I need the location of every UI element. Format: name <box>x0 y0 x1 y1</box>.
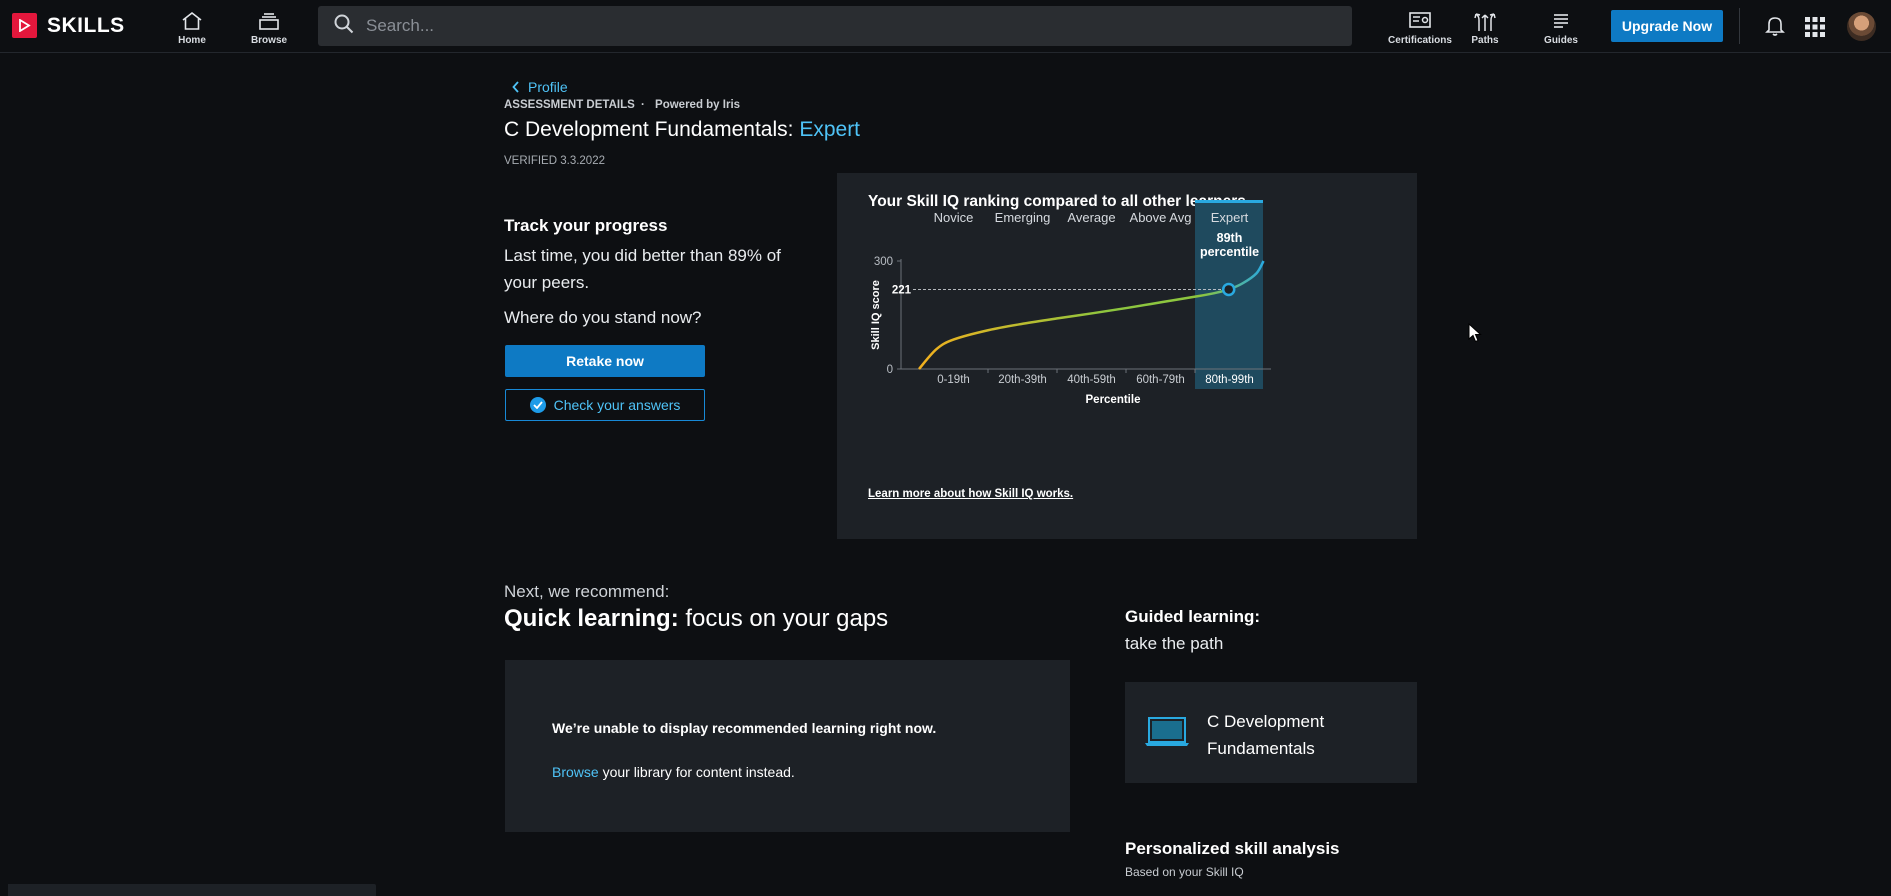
expert-band-top-border <box>1195 200 1263 203</box>
percentile-label-text: percentile <box>1200 245 1259 259</box>
page-title: C Development Fundamentals: Expert <box>504 118 860 142</box>
check-answers-label: Check your answers <box>553 397 681 413</box>
checkmark-icon <box>529 397 546 413</box>
search-input[interactable] <box>366 16 1266 36</box>
skill-analysis-heading: Personalized skill analysis <box>1125 839 1340 858</box>
top-navigation-bar: SKILLS Home Browse Certifications Paths <box>0 0 1891 53</box>
upgrade-now-button[interactable]: Upgrade Now <box>1611 10 1723 42</box>
skill-analysis-sub: Based on your Skill IQ <box>1125 865 1244 879</box>
chevron-left-icon <box>512 81 519 93</box>
x-tick-label: 20th-39th <box>998 374 1047 386</box>
home-icon <box>181 8 203 34</box>
play-logo-icon <box>12 13 37 38</box>
percentile-label-number: 89th <box>1217 231 1243 245</box>
y-tick-label: 300 <box>874 256 893 268</box>
unavailable-message: We’re unable to display recommended lear… <box>552 720 937 736</box>
quick-learning-rest: focus on your gaps <box>678 605 889 632</box>
laptop-icon <box>1144 716 1190 753</box>
powered-by-text: Powered by Iris <box>655 99 741 111</box>
level-label: Above Avg <box>1130 210 1192 225</box>
recommended-learning-card: We’re unable to display recommended lear… <box>505 660 1070 832</box>
search-bar[interactable] <box>318 6 1352 46</box>
x-axis-label: Percentile <box>1086 394 1141 406</box>
nav-browse[interactable]: Browse <box>239 8 299 48</box>
x-tick-label: 60th-79th <box>1136 374 1185 386</box>
x-tick-label: 80th-99th <box>1205 374 1254 386</box>
verified-date: VERIFIED 3.3.2022 <box>504 155 605 167</box>
app-grid-icon[interactable] <box>1804 16 1826 43</box>
nav-paths-label: Paths <box>1471 35 1499 46</box>
level-label: Expert <box>1211 210 1249 225</box>
level-label: Average <box>1067 210 1115 225</box>
nav-certifications-label: Certifications <box>1388 35 1452 46</box>
nav-home[interactable]: Home <box>162 8 222 48</box>
guided-learning-sub: take the path <box>1125 634 1224 653</box>
browse-link[interactable]: Browse <box>552 764 599 780</box>
mouse-cursor-icon <box>1468 322 1482 348</box>
breadcrumb-profile-link[interactable]: Profile <box>512 79 568 95</box>
quick-learning-heading: Quick learning: focus on your gaps <box>504 605 888 633</box>
level-label: Novice <box>934 210 974 225</box>
progress-text: Last time, you did better than 89% of yo… <box>504 246 781 292</box>
score-tick-label: 221 <box>892 284 912 296</box>
skill-level: Expert <box>799 118 861 141</box>
breadcrumb-label: Profile <box>528 79 568 95</box>
assessment-details-label: ASSESSMENT DETAILS · Powered by Iris <box>504 99 740 111</box>
x-tick-label: 0-19th <box>937 374 970 386</box>
quick-learning-bold: Quick learning: <box>504 605 679 632</box>
browse-message: Browse your library for content instead. <box>552 764 795 780</box>
certificate-icon <box>1408 8 1432 34</box>
check-answers-button[interactable]: Check your answers <box>505 389 705 421</box>
search-icon <box>334 14 354 39</box>
browse-rest-text: your library for content instead. <box>598 764 795 780</box>
next-recommend-label: Next, we recommend: <box>504 582 670 601</box>
nav-certifications[interactable]: Certifications <box>1380 8 1460 48</box>
path-name: C Development Fundamentals <box>1207 712 1325 758</box>
guided-learning-heading: Guided learning: <box>1125 607 1261 626</box>
path-card[interactable]: C Development Fundamentals <box>1125 682 1417 783</box>
score-marker <box>1221 282 1236 297</box>
logo-text: SKILLS <box>47 13 125 37</box>
bottom-panel-edge <box>8 884 376 896</box>
paths-icon <box>1473 8 1497 34</box>
nav-guides-label: Guides <box>1544 35 1578 46</box>
skill-iq-chart-card: Your Skill IQ ranking compared to all ot… <box>837 173 1417 539</box>
assessment-details-text: ASSESSMENT DETAILS <box>504 99 635 111</box>
toolbar-divider <box>1739 8 1740 44</box>
x-tick-label: 40th-59th <box>1067 374 1116 386</box>
browse-icon <box>258 8 280 34</box>
nav-guides[interactable]: Guides <box>1531 8 1591 48</box>
learn-more-link[interactable]: Learn more about how Skill IQ works. <box>868 488 1073 500</box>
retake-now-button[interactable]: Retake now <box>505 345 705 377</box>
skill-iq-chart: Novice Emerging Average Above Avg Expert 0 30… <box>870 200 1271 406</box>
user-avatar[interactable] <box>1847 12 1876 41</box>
nav-home-label: Home <box>178 35 206 46</box>
y-tick-label: 0 <box>887 364 893 376</box>
guides-icon <box>1551 8 1571 34</box>
y-axis-label: Skill IQ score <box>870 280 882 350</box>
assessment-separator: · <box>640 99 645 111</box>
page-title-text: C Development Fundamentals: <box>504 118 794 141</box>
skills-logo[interactable]: SKILLS <box>12 13 125 38</box>
level-label: Emerging <box>995 210 1051 225</box>
notifications-bell-icon[interactable] <box>1765 15 1785 42</box>
track-progress-heading: Track your progress <box>504 216 668 235</box>
nav-paths[interactable]: Paths <box>1455 8 1515 48</box>
stand-question: Where do you stand now? <box>504 308 702 327</box>
nav-browse-label: Browse <box>250 35 288 46</box>
